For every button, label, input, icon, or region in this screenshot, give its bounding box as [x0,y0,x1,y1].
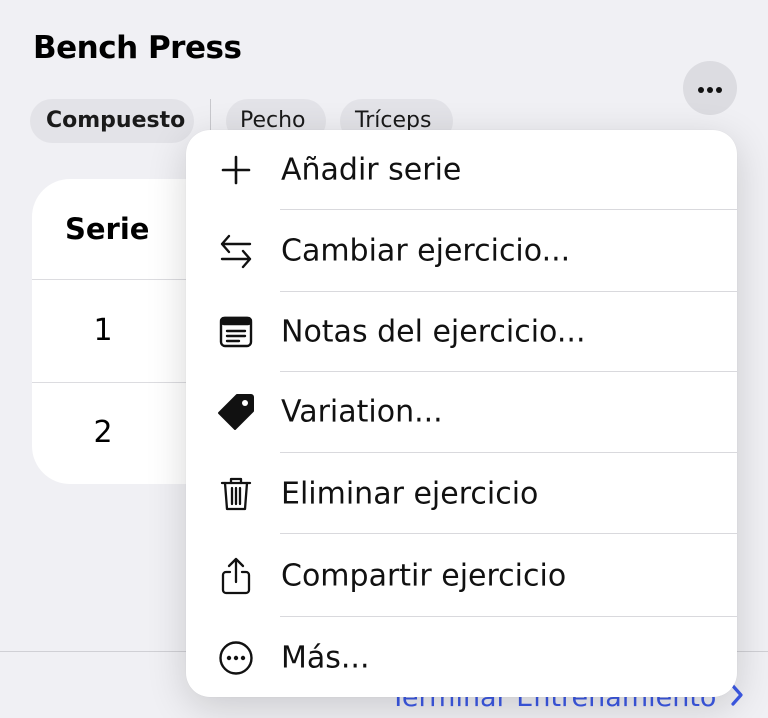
menu-item-variation[interactable]: Variation... [186,372,737,452]
menu-separator [280,209,737,210]
set-number-2[interactable]: 2 [92,415,114,450]
ellipsis-circle-icon [216,638,256,678]
menu-item-add-set[interactable]: Añadir serie [186,130,737,210]
menu-item-more[interactable]: Más... [186,618,737,697]
menu-item-delete-exercise[interactable]: Eliminar ejercicio [186,454,737,534]
menu-separator [280,533,737,534]
notes-icon [216,312,256,352]
tag-icon [216,392,256,432]
menu-item-label: Añadir serie [281,152,462,188]
menu-item-label: Cambiar ejercicio... [281,233,571,269]
menu-item-label: Compartir ejercicio [281,558,567,594]
ellipsis-icon [697,79,723,98]
set-number-1[interactable]: 1 [92,313,114,348]
menu-separator [280,452,737,453]
share-icon [216,556,256,596]
menu-item-label: Variation... [281,394,443,430]
menu-item-change-exercise[interactable]: Cambiar ejercicio... [186,211,737,291]
menu-item-label: Más... [281,640,370,676]
menu-item-share-exercise[interactable]: Compartir ejercicio [186,536,737,616]
column-header-set: Serie [65,212,150,246]
menu-item-exercise-notes[interactable]: Notas del ejercicio... [186,292,737,372]
exercise-context-menu: Añadir serie Cambiar ejercicio... Notas … [186,130,737,697]
plus-icon [216,150,256,190]
exercise-title: Bench Press [33,30,242,66]
menu-item-label: Notas del ejercicio... [281,314,586,350]
menu-separator [280,616,737,617]
menu-item-label: Eliminar ejercicio [281,476,539,512]
tag-chip-compound[interactable]: Compuesto [30,99,194,143]
swap-arrows-icon [216,231,256,271]
trash-icon [216,474,256,514]
more-options-button[interactable] [683,61,737,115]
